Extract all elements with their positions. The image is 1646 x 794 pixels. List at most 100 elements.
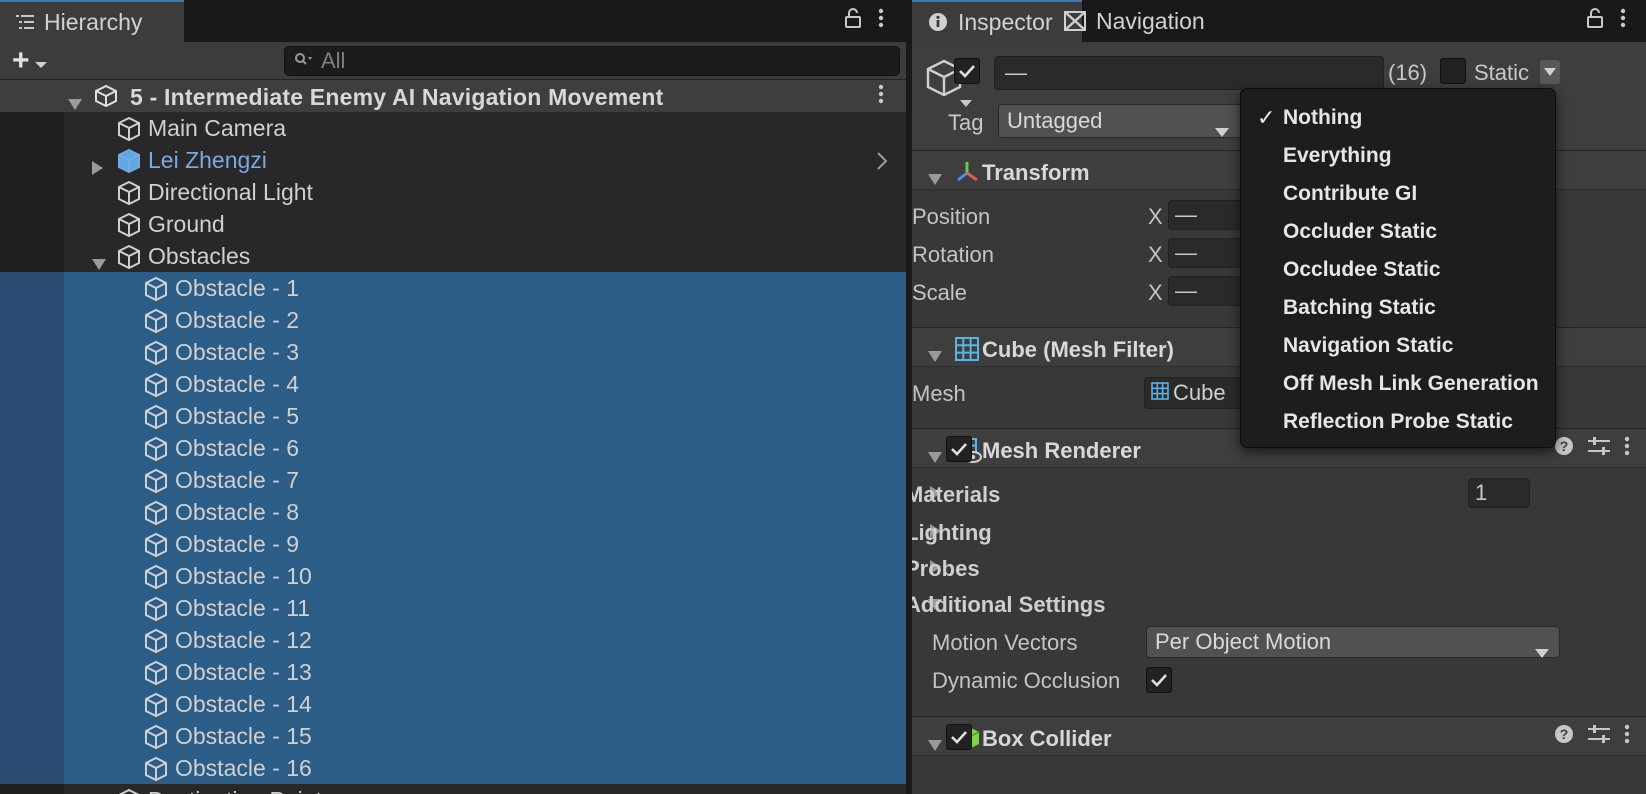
presets-icon[interactable] [1588, 724, 1610, 750]
scene-kebab-icon[interactable] [878, 82, 884, 112]
create-button[interactable]: + [12, 46, 48, 76]
hierarchy-item[interactable]: Obstacle - 3 [0, 336, 906, 368]
hierarchy-item[interactable]: Obstacle - 7 [0, 464, 906, 496]
static-checkbox[interactable] [1440, 58, 1466, 84]
tab-hierarchy-label: Hierarchy [44, 8, 143, 35]
mesh-renderer-title: Mesh Renderer [982, 438, 1141, 463]
hierarchy-item-label: Obstacle - 4 [175, 371, 299, 397]
probes-foldout[interactable]: Probes [912, 556, 980, 582]
lighting-foldout[interactable]: Lighting [912, 520, 992, 546]
indent-gutter [0, 176, 64, 208]
hierarchy-item[interactable]: Directional Light [0, 176, 906, 208]
hierarchy-item[interactable]: Obstacle - 12 [0, 624, 906, 656]
scene-name: 5 - Intermediate Enemy AI Navigation Mov… [130, 84, 664, 110]
hierarchy-item[interactable]: Obstacle - 9 [0, 528, 906, 560]
presets-icon[interactable] [1588, 436, 1610, 462]
static-menu-item[interactable]: ✓ Nothing [1241, 99, 1555, 137]
position-x-label[interactable]: X [1148, 204, 1163, 230]
static-menu-item[interactable]: Off Mesh Link Generation [1241, 365, 1555, 403]
help-icon[interactable]: ? [1554, 436, 1574, 462]
position-x-field[interactable]: — [1168, 200, 1244, 230]
hierarchy-item[interactable]: Obstacle - 10 [0, 560, 906, 592]
hierarchy-item[interactable]: Obstacles [0, 240, 906, 272]
search-input[interactable] [321, 48, 881, 74]
hierarchy-item-label: Obstacle - 2 [175, 307, 299, 333]
hierarchy-item-label: Obstacles [148, 243, 251, 269]
hierarchy-item-label: Obstacle - 12 [175, 627, 312, 653]
static-menu-item[interactable]: Reflection Probe Static [1241, 403, 1555, 441]
fold-down-icon[interactable] [928, 343, 942, 369]
lock-icon[interactable] [1586, 8, 1604, 34]
search-field[interactable] [284, 46, 900, 76]
scale-x-field[interactable]: — [1168, 276, 1244, 306]
indent-gutter [0, 720, 64, 752]
additional-settings-foldout[interactable]: Additional Settings [912, 592, 1105, 618]
indent-gutter [0, 336, 64, 368]
hierarchy-item[interactable]: Obstacle - 16 [0, 752, 906, 784]
materials-count-field[interactable]: 1 [1468, 478, 1530, 508]
chevron-right-icon[interactable] [876, 150, 888, 177]
mesh-renderer-enabled-checkbox[interactable] [946, 436, 972, 462]
hierarchy-item-label: Obstacle - 16 [175, 755, 312, 781]
box-collider-title: Box Collider [982, 726, 1112, 751]
help-icon[interactable]: ? [1554, 724, 1574, 750]
hierarchy-item[interactable]: Obstacle - 11 [0, 592, 906, 624]
hierarchy-tabbar: Hierarchy [0, 0, 906, 42]
mesh-object-field[interactable]: Cube [1144, 377, 1244, 409]
hierarchy-item[interactable]: Obstacle - 2 [0, 304, 906, 336]
static-menu-item-label: Batching Static [1283, 296, 1436, 319]
hierarchy-item[interactable]: Ground [0, 208, 906, 240]
static-dropdown-button[interactable] [1540, 60, 1560, 84]
static-menu-item[interactable]: Navigation Static [1241, 327, 1555, 365]
static-label: Static [1474, 60, 1530, 85]
indent-gutter [0, 624, 64, 656]
tab-hierarchy[interactable]: Hierarchy [0, 0, 184, 42]
box-collider-actions: ? [1554, 724, 1630, 750]
hierarchy-item[interactable]: Obstacle - 5 [0, 400, 906, 432]
lock-icon[interactable] [844, 8, 862, 34]
motion-vectors-dropdown[interactable]: Per Object Motion [1146, 626, 1560, 658]
rotation-x-label[interactable]: X [1148, 242, 1163, 268]
materials-foldout[interactable]: Materials [912, 482, 1000, 508]
kebab-menu-icon[interactable] [878, 8, 884, 34]
kebab-menu-icon[interactable] [1620, 8, 1626, 34]
hierarchy-tree: Main Camera Lei Zhengzi Directional Light G… [0, 112, 906, 794]
list-icon [16, 14, 34, 30]
fold-down-icon[interactable] [928, 732, 942, 758]
component-kebab-icon[interactable] [1624, 436, 1630, 462]
hierarchy-item[interactable]: Obstacle - 14 [0, 688, 906, 720]
rotation-x-field[interactable]: — [1168, 238, 1244, 268]
hierarchy-item[interactable]: Obstacle - 15 [0, 720, 906, 752]
hierarchy-item[interactable]: Main Camera [0, 112, 906, 144]
dynamic-occlusion-checkbox[interactable] [1146, 667, 1172, 693]
hierarchy-item[interactable]: Obstacle - 13 [0, 656, 906, 688]
selection-count: (16) [1388, 60, 1428, 85]
scene-header[interactable]: 5 - Intermediate Enemy AI Navigation Mov… [0, 80, 906, 112]
tag-dropdown[interactable]: Untagged [998, 104, 1242, 138]
hierarchy-item-label: Obstacle - 15 [175, 723, 312, 749]
static-menu-item[interactable]: Occludee Static [1241, 251, 1555, 289]
scale-x-label[interactable]: X [1148, 280, 1163, 306]
hierarchy-item[interactable]: Destination Points [0, 784, 906, 794]
active-checkbox[interactable] [954, 58, 980, 84]
static-menu-item[interactable]: Everything [1241, 137, 1555, 175]
hierarchy-item[interactable]: Obstacle - 4 [0, 368, 906, 400]
tab-navigation[interactable]: Navigation [1048, 0, 1238, 42]
hierarchy-item[interactable]: Obstacle - 6 [0, 432, 906, 464]
hierarchy-item[interactable]: Lei Zhengzi [0, 144, 906, 176]
component-kebab-icon[interactable] [1624, 724, 1630, 750]
hierarchy-item[interactable]: Obstacle - 8 [0, 496, 906, 528]
box-collider-header[interactable]: Box Collider ? [912, 716, 1646, 756]
checkmark-icon: ✓ [1257, 105, 1276, 130]
object-name-field[interactable]: — [994, 56, 1384, 90]
transform-icon [954, 159, 980, 191]
static-menu-item[interactable]: Contribute GI [1241, 175, 1555, 213]
fold-down-icon[interactable] [928, 444, 942, 470]
hierarchy-item[interactable]: Obstacle - 1 [0, 272, 906, 304]
box-collider-enabled-checkbox[interactable] [946, 724, 972, 750]
tab-inspector-label: Inspector [958, 8, 1053, 35]
static-menu-item[interactable]: Occluder Static [1241, 213, 1555, 251]
static-menu-item[interactable]: Batching Static [1241, 289, 1555, 327]
fold-down-icon[interactable] [928, 166, 942, 192]
hierarchy-toolbar: + [0, 42, 906, 80]
